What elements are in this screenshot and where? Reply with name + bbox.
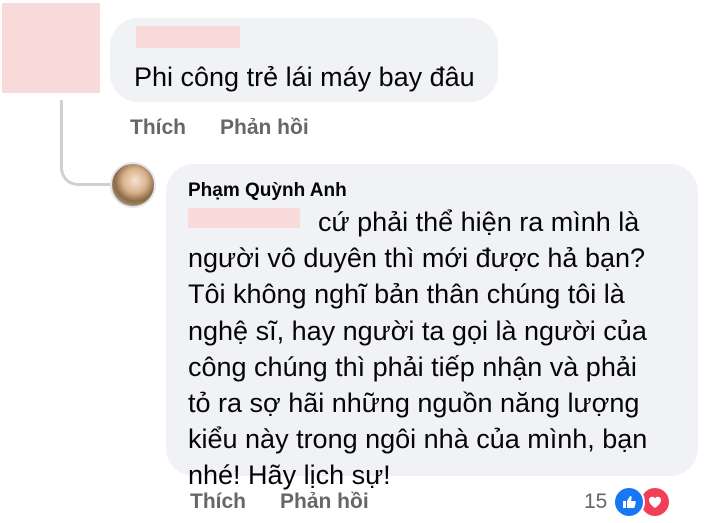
reply-button[interactable]: Phản hồi [280, 490, 369, 514]
like-button[interactable]: Thích [130, 116, 186, 140]
author-name-redacted[interactable] [136, 26, 240, 48]
reactions-summary[interactable]: 15 [584, 486, 672, 518]
reply-button[interactable]: Phản hồi [220, 116, 309, 140]
comment-text: Phi công trẻ lái máy bay đâu [134, 62, 475, 92]
like-icon [613, 486, 646, 518]
avatar[interactable] [110, 162, 156, 208]
avatar-redacted[interactable] [2, 3, 100, 93]
author-name[interactable]: Phạm Quỳnh Anh [188, 180, 347, 202]
comment-actions-1: Thích Phản hồi [130, 116, 309, 140]
comment-text: cứ phải thể hiện ra mình là người vô duy… [188, 207, 648, 491]
comment-bubble-1: Phi công trẻ lái máy bay đâu [110, 18, 498, 102]
comment-actions-2: Thích Phản hồi [190, 490, 369, 514]
reaction-count: 15 [584, 490, 608, 513]
like-button[interactable]: Thích [190, 490, 246, 514]
reply-thread-line [60, 100, 112, 186]
comment-bubble-2: Phạm Quỳnh Anh cứ phải thể hiện ra mình … [166, 164, 698, 490]
